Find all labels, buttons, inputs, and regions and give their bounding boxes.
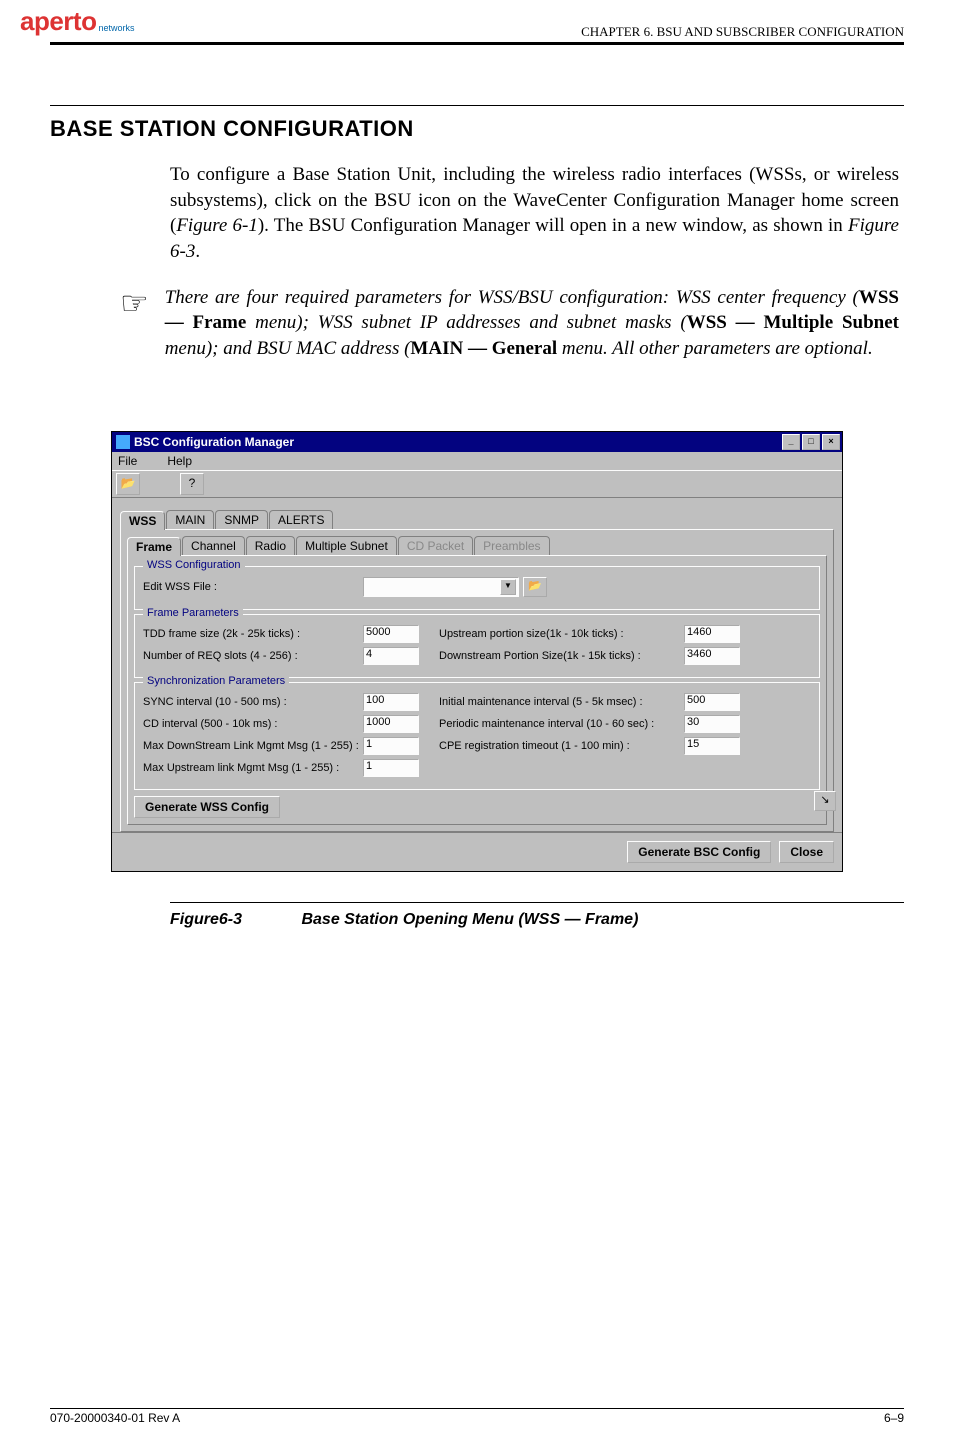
note-b3: MAIN — General [410,338,557,359]
label-periodic-maint: Periodic maintenance interval (10 - 60 s… [439,718,684,730]
close-button[interactable]: Close [779,841,834,863]
note-text: There are four required parameters for W… [165,285,899,362]
body-paragraph: To configure a Base Station Unit, includ… [170,162,899,265]
note-p2: menu); WSS subnet IP addresses and subne… [246,312,686,333]
browse-icon[interactable]: 📂 [523,577,547,597]
input-upstream[interactable]: 1460 [684,625,740,643]
figure-rule [170,902,904,903]
input-downstream[interactable]: 3460 [684,647,740,665]
group-title-wss: WSS Configuration [143,559,245,571]
input-sync-interval[interactable]: 100 [363,693,419,711]
tab-channel[interactable]: Channel [182,536,245,555]
label-init-maint: Initial maintenance interval (5 - 5k mse… [439,696,684,708]
note-p1: There are four required parameters for W… [165,287,859,308]
section-rule [50,105,904,106]
figure-text: Base Station Opening Menu (WSS — Frame) [301,911,638,928]
header-rule [50,42,904,45]
tab-radio[interactable]: Radio [246,536,295,555]
tab-cd-packet: CD Packet [398,536,473,555]
outer-tabs: WSS MAIN SNMP ALERTS [120,510,834,529]
input-init-maint[interactable]: 500 [684,693,740,711]
figure-number: Figure6-3 [170,911,242,928]
tab-main[interactable]: MAIN [166,510,214,529]
note-block: ☞ There are four required parameters for… [120,285,899,362]
page-footer: 070-20000340-01 Rev A 6–9 [50,1408,904,1425]
input-periodic-maint[interactable]: 30 [684,715,740,733]
label-max-up: Max Upstream link Mgmt Msg (1 - 255) : [143,762,363,774]
maximize-button[interactable]: □ [802,434,820,450]
tab-wss[interactable]: WSS [120,511,165,530]
logo: aperto networks [20,6,134,37]
group-frame-params: Frame Parameters TDD frame size (2k - 25… [134,614,820,678]
tab-preambles: Preambles [474,536,549,555]
toolbar: 📂 ? [112,470,842,498]
logo-sub: networks [98,23,134,33]
outer-tabset: WSS MAIN SNMP ALERTS Frame Channel Radio… [120,510,834,832]
input-tdd[interactable]: 5000 [363,625,419,643]
label-downstream: Downstream Portion Size(1k - 15k ticks) … [439,650,684,662]
input-max-up[interactable]: 1 [363,759,419,777]
page-header: aperto networks CHAPTER 6. BSU AND SUBSC… [0,0,954,40]
note-p3: menu); and BSU MAC address ( [165,338,411,359]
input-max-down[interactable]: 1 [363,737,419,755]
label-sync-interval: SYNC interval (10 - 500 ms) : [143,696,363,708]
group-sync-params: Synchronization Parameters SYNC interval… [134,682,820,790]
label-cd-interval: CD interval (500 - 10k ms) : [143,718,363,730]
scroll-icon[interactable]: ↘ [814,791,836,811]
label-upstream: Upstream portion size(1k - 10k ticks) : [439,628,684,640]
window-title: BSC Configuration Manager [134,435,294,449]
group-title-sync: Synchronization Parameters [143,675,289,687]
doc-number: 070-20000340-01 Rev A [50,1411,180,1425]
chevron-down-icon[interactable]: ▼ [500,579,516,595]
bottom-bar: Generate BSC Config Close [112,832,842,871]
group-wss-config: WSS Configuration Edit WSS File : ▼ 📂 [134,566,820,610]
menu-help[interactable]: Help [167,454,192,468]
menubar: File Help [112,452,842,470]
figure-caption: Figure6-3 Base Station Opening Menu (WSS… [170,911,904,929]
note-p4: menu. All other parameters are optional. [557,338,873,359]
page-number: 6–9 [884,1411,904,1425]
app-window: BSC Configuration Manager _ □ × File Hel… [111,431,843,872]
label-req: Number of REQ slots (4 - 256) : [143,650,363,662]
inner-tabs: Frame Channel Radio Multiple Subnet CD P… [127,536,827,555]
menu-file[interactable]: File [118,454,137,468]
titlebar: BSC Configuration Manager _ □ × [112,432,842,452]
label-cpe-reg: CPE registration timeout (1 - 100 min) : [439,740,684,752]
select-wss-file[interactable]: ▼ [363,577,519,597]
label-edit-wss-file: Edit WSS File : [143,581,363,593]
pointing-hand-icon: ☞ [120,287,149,319]
label-max-down: Max DownStream Link Mgmt Msg (1 - 255) : [143,740,363,752]
generate-bsc-button[interactable]: Generate BSC Config [627,841,771,863]
note-b2: WSS — Multiple Subnet [687,312,899,333]
tab-frame[interactable]: Frame [127,537,181,556]
close-window-button[interactable]: × [822,434,840,450]
tab-alerts[interactable]: ALERTS [269,510,333,529]
group-title-frame: Frame Parameters [143,607,243,619]
input-req[interactable]: 4 [363,647,419,665]
open-icon[interactable]: 📂 [116,473,140,495]
body-part2: ). The BSU Configuration Manager will op… [258,215,848,236]
label-tdd: TDD frame size (2k - 25k ticks) : [143,628,363,640]
chapter-header: CHAPTER 6. BSU AND SUBSCRIBER CONFIGURAT… [581,24,904,40]
logo-brand: aperto [20,6,96,37]
generate-wss-button[interactable]: Generate WSS Config [134,796,280,818]
tab-multiple-subnet[interactable]: Multiple Subnet [296,536,397,555]
app-icon [116,435,130,449]
help-icon[interactable]: ? [180,473,204,495]
body-part3: . [195,241,200,262]
figure-ref-6-1: Figure 6-1 [176,215,258,236]
tab-snmp[interactable]: SNMP [215,510,268,529]
input-cd-interval[interactable]: 1000 [363,715,419,733]
minimize-button[interactable]: _ [782,434,800,450]
section-title: BASE STATION CONFIGURATION [50,116,904,142]
input-cpe-reg[interactable]: 15 [684,737,740,755]
